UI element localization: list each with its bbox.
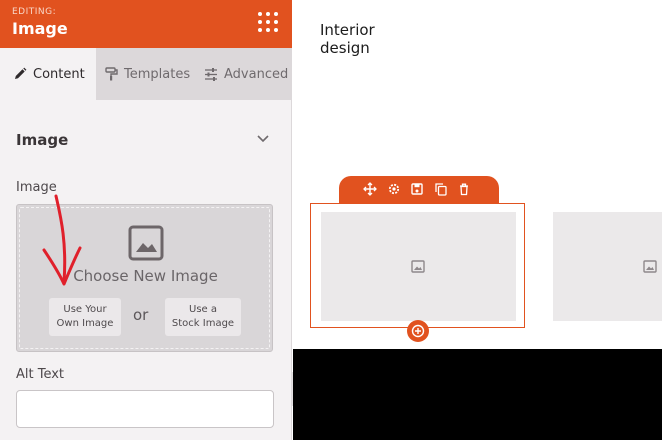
duplicate-icon[interactable] (434, 182, 448, 196)
choose-new-image-text[interactable]: Choose New Image (17, 267, 274, 285)
block-toolbar (339, 176, 499, 203)
heading-line2: design (320, 39, 370, 57)
trash-icon[interactable] (457, 182, 471, 196)
tab-advanced[interactable]: Advanced (194, 48, 292, 100)
section-title: Image (16, 131, 69, 149)
save-icon[interactable] (410, 182, 424, 196)
panel-title: Image (12, 19, 68, 38)
add-block-button[interactable] (407, 320, 429, 342)
app-root: EDITING: Image Content Templates Advance… (0, 0, 662, 440)
use-own-image-button[interactable]: Use Your Own Image (49, 298, 121, 336)
use-own-image-line2: Own Image (56, 318, 114, 329)
move-icon[interactable] (363, 182, 377, 196)
editor-panel: EDITING: Image Content Templates Advance… (0, 0, 292, 440)
paint-roller-icon (105, 67, 118, 81)
chevron-down-icon[interactable] (256, 134, 270, 144)
or-text: or (133, 306, 149, 324)
plus-circle-icon (411, 324, 425, 338)
image-upload-box[interactable]: Choose New Image Use Your Own Image or U… (16, 204, 273, 352)
alt-text-label: Alt Text (16, 367, 65, 382)
panel-header: EDITING: Image (0, 0, 292, 48)
use-stock-image-line2: Stock Image (171, 318, 235, 329)
heading-line1: Interior (320, 21, 375, 39)
pencil-icon (15, 67, 27, 79)
alt-text-input[interactable] (16, 390, 274, 428)
editing-label: EDITING: (12, 7, 57, 17)
tab-templates-label: Templates (124, 66, 191, 82)
canvas-heading[interactable]: Interior design (320, 21, 400, 57)
use-stock-image-line1: Use a (189, 304, 217, 315)
use-own-image-line1: Use Your (63, 304, 107, 315)
image-field-label: Image (16, 180, 57, 195)
tab-advanced-label: Advanced (224, 66, 289, 82)
gear-icon[interactable] (387, 182, 401, 196)
grid-dots-icon[interactable] (258, 12, 278, 32)
selected-block-outline (310, 203, 525, 328)
image-placeholder-icon (643, 260, 657, 273)
image-block[interactable] (553, 212, 662, 321)
dark-section (293, 349, 662, 440)
tab-templates[interactable]: Templates (96, 48, 194, 100)
tab-content[interactable]: Content (0, 48, 96, 100)
sliders-icon (205, 67, 217, 81)
image-placeholder-icon (128, 225, 164, 261)
page-canvas: Interior design (293, 0, 662, 440)
tab-content-label: Content (33, 66, 85, 82)
use-stock-image-button[interactable]: Use a Stock Image (165, 298, 241, 336)
panel-tabs: Content Templates Advanced (0, 48, 292, 100)
